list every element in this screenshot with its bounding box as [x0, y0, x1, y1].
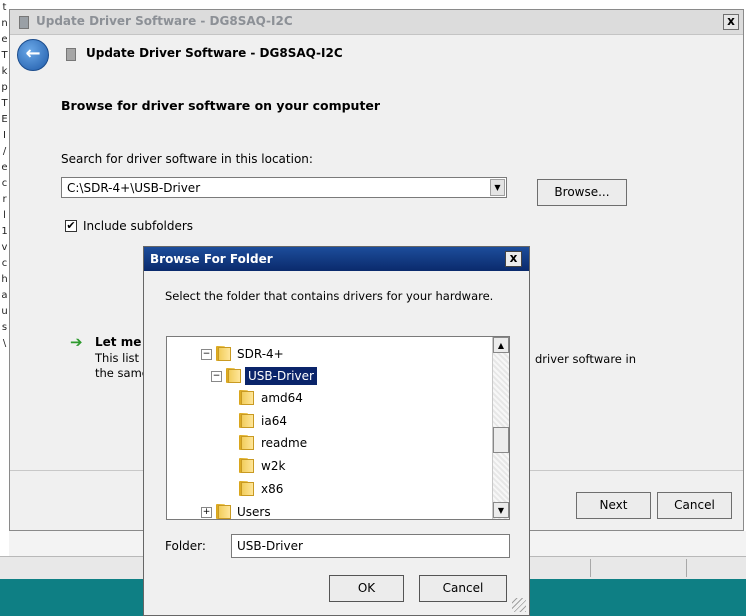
background-text-char: a — [1, 290, 8, 301]
dialog-title: Browse For Folder — [150, 252, 273, 266]
background-text-char: \ — [2, 338, 7, 349]
background-text-char: r — [2, 194, 7, 205]
folder-icon — [239, 390, 254, 405]
dialog-close-button[interactable]: x — [505, 251, 522, 267]
let-me-description-line1: This list v — [95, 351, 150, 365]
wizard-header-title: Update Driver Software - DG8SAQ-I2C — [86, 46, 343, 60]
tree-item-label-selected: USB-Driver — [245, 367, 317, 385]
dialog-title-bar[interactable]: Browse For Folder x — [144, 247, 529, 271]
tree-item-w2k[interactable]: w2k — [167, 457, 493, 475]
window-title: Update Driver Software - DG8SAQ-I2C — [36, 14, 293, 28]
background-text-char: 1 — [1, 226, 8, 237]
tree-item-amd64[interactable]: amd64 — [167, 389, 493, 407]
background-text-char: n — [1, 18, 8, 29]
resize-grip-icon[interactable] — [512, 598, 526, 612]
background-text-char: / — [2, 146, 7, 157]
include-subfolders-label[interactable]: Include subfolders — [83, 219, 193, 233]
cancel-button[interactable]: Cancel — [657, 492, 732, 519]
tree-item-x86[interactable]: x86 — [167, 480, 493, 498]
tree-item-label: w2k — [261, 459, 286, 473]
background-text-char: s — [1, 322, 8, 333]
expand-icon[interactable]: + — [201, 507, 212, 518]
background-text-char: p — [1, 82, 8, 93]
chevron-down-icon[interactable]: ▼ — [490, 179, 505, 196]
tree-scrollbar[interactable]: ▲ ▼ — [492, 337, 509, 519]
folder-icon — [239, 458, 254, 473]
back-arrow-icon[interactable]: ← — [17, 39, 49, 71]
window-title-bar[interactable]: Update Driver Software - DG8SAQ-I2C x — [10, 10, 743, 35]
let-me-description-line2: the same — [95, 366, 149, 380]
search-path-combobox[interactable]: C:\SDR-4+\USB-Driver ▼ — [61, 177, 507, 198]
background-text-column: t n e Tk p T E I / e c r l 1 v c h a u s \ — [0, 0, 9, 470]
background-text-char: h — [1, 274, 8, 285]
let-me-pick-link[interactable]: Let me — [95, 335, 141, 349]
background-text-char: I — [3, 130, 6, 141]
include-subfolders-checkbox[interactable]: ✔ — [65, 220, 77, 232]
background-text-char: t — [2, 2, 7, 13]
background-text-char: c — [1, 258, 8, 269]
dialog-cancel-button[interactable]: Cancel — [419, 575, 507, 602]
tree-item-usb-driver[interactable]: − USB-Driver — [167, 367, 493, 385]
browse-button[interactable]: Browse... — [537, 179, 627, 206]
folder-tree[interactable]: − SDR-4+ − USB-Driver amd64 ia64 readme … — [166, 336, 510, 520]
background-text-char: v — [1, 242, 8, 253]
background-text-char: k — [1, 66, 8, 77]
browse-for-folder-dialog: Browse For Folder x Select the folder th… — [143, 246, 530, 616]
let-me-description-fragment: driver software in — [535, 352, 637, 366]
next-button[interactable]: Next — [576, 492, 651, 519]
tree-item-readme[interactable]: readme — [167, 434, 493, 452]
background-text-char: c — [1, 178, 8, 189]
folder-input[interactable]: USB-Driver — [231, 534, 510, 558]
folder-field-label: Folder: — [165, 539, 206, 553]
open-folder-icon — [226, 368, 241, 383]
tree-item-users[interactable]: + Users — [167, 503, 493, 519]
tree-item-label: SDR-4+ — [237, 347, 284, 361]
search-path-value: C:\SDR-4+\USB-Driver — [67, 181, 201, 195]
scrollbar-thumb[interactable] — [493, 427, 509, 453]
ok-button[interactable]: OK — [329, 575, 404, 602]
tree-item-label: amd64 — [261, 391, 303, 405]
scroll-up-icon[interactable]: ▲ — [493, 337, 509, 353]
background-text-char: T — [1, 98, 8, 109]
folder-icon — [239, 481, 254, 496]
background-text-char: u — [1, 306, 8, 317]
tree-item-label: ia64 — [261, 414, 287, 428]
tree-item-ia64[interactable]: ia64 — [167, 412, 493, 430]
background-text-char: e — [1, 162, 8, 173]
folder-icon — [216, 346, 231, 361]
window-close-button[interactable]: x — [723, 14, 739, 30]
background-text-char: E — [1, 114, 8, 125]
scroll-down-icon[interactable]: ▼ — [493, 502, 509, 518]
background-text-char: l — [3, 210, 6, 221]
collapse-icon[interactable]: − — [201, 349, 212, 360]
tree-item-label: Users — [237, 505, 271, 519]
device-icon — [19, 16, 29, 29]
tree-item-sdr4[interactable]: − SDR-4+ — [167, 345, 493, 363]
background-text-char: T — [1, 50, 8, 61]
dialog-instruction: Select the folder that contains drivers … — [165, 289, 494, 303]
background-text-char: e — [1, 34, 8, 45]
search-location-label: Search for driver software in this locat… — [61, 152, 313, 166]
folder-icon — [239, 435, 254, 450]
folder-icon — [216, 504, 231, 519]
collapse-icon[interactable]: − — [211, 371, 222, 382]
folder-icon — [239, 413, 254, 428]
tree-item-label: x86 — [261, 482, 284, 496]
tree-item-label: readme — [261, 436, 308, 450]
device-icon — [66, 48, 76, 61]
page-heading: Browse for driver software on your compu… — [61, 98, 381, 113]
green-arrow-icon: ➔ — [70, 333, 83, 351]
